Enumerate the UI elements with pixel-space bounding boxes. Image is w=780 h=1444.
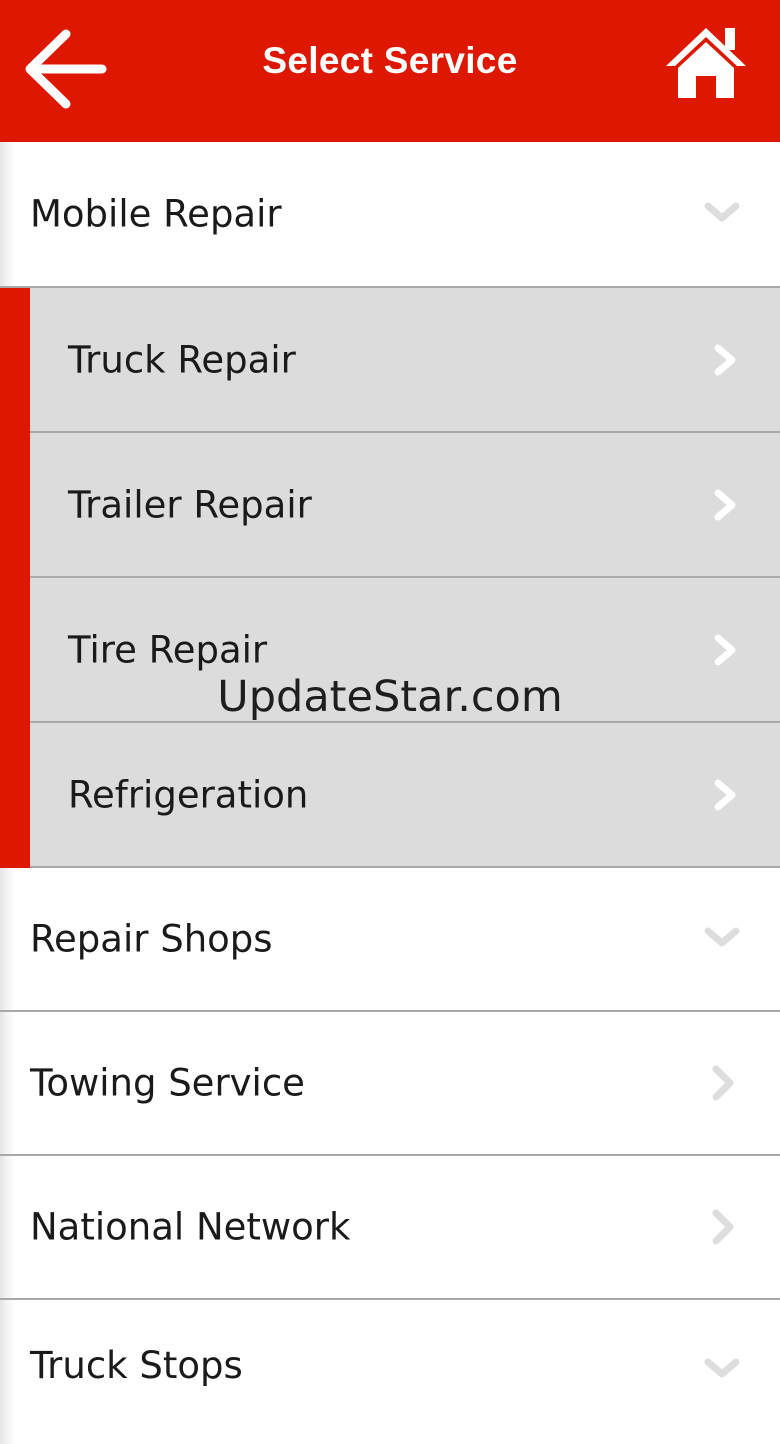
submenu-item-label: Trailer Repair (68, 483, 312, 526)
chevron-down-icon (704, 927, 740, 947)
mobile-repair-submenu: Truck Repair Trailer Repair Tire Repair … (0, 286, 780, 868)
chevron-right-icon (712, 1065, 734, 1101)
list-item-truck-stops[interactable]: Truck Stops (0, 1300, 780, 1444)
chevron-right-icon (714, 344, 736, 375)
list-item-label: Repair Shops (30, 917, 273, 961)
selected-indicator (0, 288, 30, 868)
watermark: UpdateStar.com (217, 672, 563, 722)
service-list: Mobile Repair Truck Repair Trailer Repai… (0, 142, 780, 1444)
list-item-label: National Network (30, 1205, 351, 1249)
submenu-item-refrigeration[interactable]: Refrigeration (30, 723, 780, 868)
list-item-national-network[interactable]: National Network (0, 1156, 780, 1300)
submenu-item-truck-repair[interactable]: Truck Repair (30, 288, 780, 433)
chevron-down-icon (704, 1358, 740, 1378)
chevron-right-icon (712, 1209, 734, 1245)
submenu-item-trailer-repair[interactable]: Trailer Repair (30, 433, 780, 578)
submenu-item-label: Truck Repair (68, 338, 296, 381)
list-item-label: Truck Stops (30, 1344, 243, 1387)
submenu-item-label: Tire Repair (68, 628, 268, 671)
list-item-towing-service[interactable]: Towing Service (0, 1012, 780, 1156)
list-item-label: Mobile Repair (30, 192, 282, 236)
chevron-down-icon (704, 202, 740, 222)
list-item-mobile-repair[interactable]: Mobile Repair (0, 142, 780, 286)
list-item-repair-shops[interactable]: Repair Shops (0, 868, 780, 1012)
list-item-label: Towing Service (30, 1061, 305, 1105)
chevron-right-icon (714, 779, 736, 810)
app-bar: Select Service (0, 0, 780, 142)
submenu-item-label: Refrigeration (68, 773, 309, 816)
home-icon[interactable] (662, 22, 750, 104)
chevron-right-icon (714, 634, 736, 665)
chevron-right-icon (714, 489, 736, 520)
